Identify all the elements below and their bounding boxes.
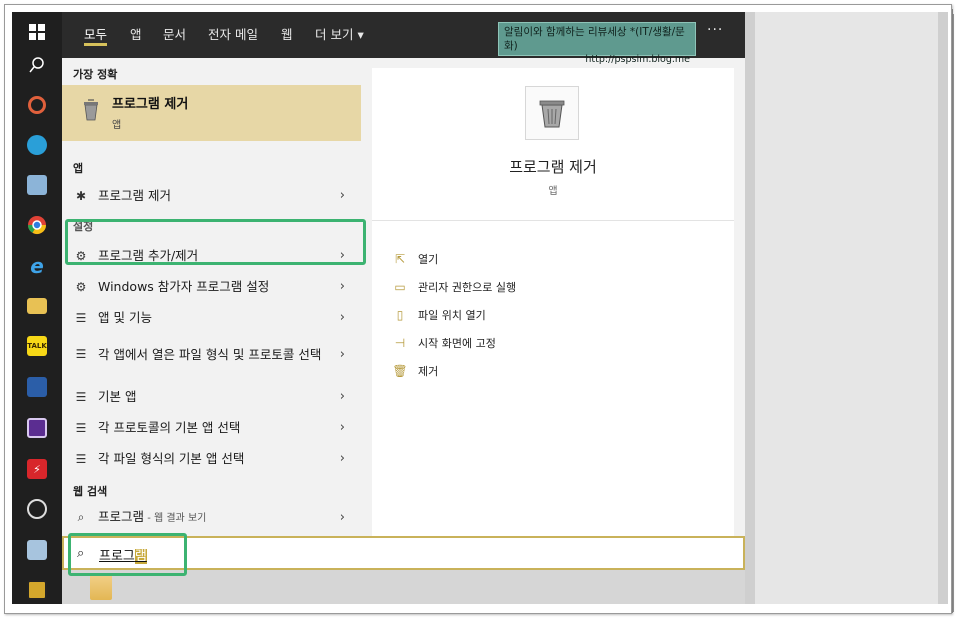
- tab-email[interactable]: 전자 메일: [208, 24, 258, 46]
- desktop-background: [745, 12, 948, 604]
- preview-subtitle: 앱: [548, 186, 558, 197]
- setting-label: 각 프로토콜의 기본 앱 선택: [98, 420, 241, 435]
- highlight-add-remove: [65, 219, 366, 265]
- setting-label: 기본 앱: [98, 389, 137, 404]
- list-icon: ☰: [75, 420, 87, 435]
- action-pin-to-start[interactable]: ⊣ 시작 화면에 고정: [392, 335, 496, 351]
- list-icon: ☰: [75, 451, 87, 466]
- trash-icon: 🗑: [392, 364, 408, 378]
- action-uninstall[interactable]: 🗑 제거: [392, 363, 438, 379]
- best-match-title: 프로그램 제거: [112, 97, 189, 112]
- chevron-right-icon[interactable]: ›: [340, 188, 345, 203]
- list-icon: ☰: [75, 347, 87, 361]
- highlight-search: [68, 533, 187, 576]
- chrome-icon[interactable]: [12, 205, 62, 245]
- chevron-right-icon[interactable]: ›: [340, 279, 345, 294]
- folder-location-icon: ▯: [396, 308, 404, 322]
- uninstall-small-icon: ✱: [75, 188, 87, 203]
- list-icon: ☰: [75, 389, 87, 404]
- setting-apps-features[interactable]: ☰ 앱 및 기능 ›: [62, 302, 361, 333]
- folder-icon: [90, 574, 112, 600]
- chevron-right-icon[interactable]: ›: [340, 347, 345, 362]
- chip-app-icon[interactable]: [12, 408, 62, 448]
- setting-file-type-default[interactable]: ☰ 각 파일 형식의 기본 앱 선택 ›: [62, 443, 361, 474]
- app-ring-icon[interactable]: [12, 85, 62, 125]
- chevron-right-icon[interactable]: ›: [340, 389, 345, 404]
- chevron-right-icon[interactable]: ›: [340, 420, 345, 435]
- results-list: 가장 정확 프로그램 제거 앱 앱 ✱ 프로그램 제거 › 설정 ⚙ 프로그램 …: [62, 58, 361, 538]
- internet-explorer-icon[interactable]: e: [12, 246, 62, 286]
- setting-protocol-default[interactable]: ☰ 각 프로토콜의 기본 앱 선택 ›: [62, 412, 361, 443]
- best-match-header: 가장 정확: [73, 68, 118, 81]
- equalizer-app-icon[interactable]: [12, 367, 62, 407]
- gear-icon: ⚙: [75, 279, 87, 294]
- action-open[interactable]: ⇱ 열기: [392, 251, 438, 267]
- action-label: 열기: [418, 253, 439, 266]
- best-match-item[interactable]: 프로그램 제거 앱: [62, 85, 361, 141]
- watermark-line2: http://pspsim.blog.me: [585, 54, 690, 65]
- bird-app-icon[interactable]: [12, 125, 62, 165]
- tab-web[interactable]: 웹: [281, 24, 293, 46]
- app-result-label: 프로그램 제거: [98, 188, 171, 203]
- web-search-result[interactable]: ⌕ 프로그램 - 웹 결과 보기 ›: [62, 502, 361, 533]
- filter-bar: 모두 앱 문서 전자 메일 웹 더 보기 ▾ 알림이와 함께하는 리뷰세상 *(…: [62, 12, 745, 65]
- taskbar: e TALK ⚡: [12, 12, 62, 604]
- web-query: 프로그램: [98, 509, 145, 524]
- photo-app-icon[interactable]: [12, 530, 62, 570]
- tab-more[interactable]: 더 보기 ▾: [315, 24, 364, 46]
- apps-header: 앱: [73, 162, 84, 175]
- setting-default-apps[interactable]: ☰ 기본 앱 ›: [62, 381, 361, 412]
- blog-watermark: 알림이와 함께하는 리뷰세상 *(IT/생활/문화) http://pspsim…: [498, 22, 696, 65]
- action-label: 관리자 권한으로 실행: [418, 281, 517, 294]
- action-label: 시작 화면에 고정: [418, 337, 496, 350]
- action-label: 제거: [418, 365, 439, 378]
- flash-app-icon[interactable]: ⚡: [12, 449, 62, 489]
- web-result-suffix: - 웹 결과 보기: [144, 513, 207, 524]
- setting-file-type-protocol[interactable]: ☰ 각 앱에서 열은 파일 형식 및 프로토콜 선택 ›: [62, 333, 361, 375]
- watermark-line1: 알림이와 함께하는 리뷰세상 *(IT/생활/문화): [504, 26, 685, 52]
- chart-app-icon[interactable]: [12, 165, 62, 205]
- uninstall-icon: [82, 99, 100, 121]
- app-result-uninstall[interactable]: ✱ 프로그램 제거 ›: [62, 180, 361, 211]
- setting-label: Windows 참가자 프로그램 설정: [98, 279, 270, 294]
- admin-run-icon: ▭: [394, 280, 406, 294]
- action-run-as-admin[interactable]: ▭ 관리자 권한으로 실행: [392, 279, 516, 295]
- preview-pane: 프로그램 제거 앱 ⇱ 열기 ▭ 관리자 권한으로 실행 ▯ 파일 위치 열기 ⊣ 시작…: [372, 68, 734, 538]
- web-search-header: 웹 검색: [73, 485, 108, 498]
- open-icon: ⇱: [394, 252, 406, 266]
- chevron-right-icon[interactable]: ›: [340, 451, 345, 466]
- obs-icon[interactable]: [12, 489, 62, 529]
- kakaotalk-icon[interactable]: TALK: [12, 326, 62, 366]
- search-icon: ⌕: [77, 510, 85, 524]
- action-label: 파일 위치 열기: [418, 309, 486, 322]
- divider: [372, 220, 734, 221]
- list-icon: ☰: [75, 310, 87, 325]
- screenshot-frame: e TALK ⚡ 모두 앱 문서 전자 메일 웹 더 보기 ▾ 알림이와 함께하…: [12, 12, 948, 604]
- tab-apps[interactable]: 앱: [130, 24, 142, 46]
- media-app-icon[interactable]: [12, 570, 62, 604]
- tab-documents[interactable]: 문서: [163, 24, 186, 46]
- action-open-file-location[interactable]: ▯ 파일 위치 열기: [392, 307, 486, 323]
- setting-label: 각 파일 형식의 기본 앱 선택: [98, 451, 245, 466]
- start-search-panel: 모두 앱 문서 전자 메일 웹 더 보기 ▾ 알림이와 함께하는 리뷰세상 *(…: [62, 12, 745, 570]
- tab-all[interactable]: 모두: [84, 24, 108, 46]
- pin-icon: ⊣: [394, 336, 406, 350]
- setting-insider-program[interactable]: ⚙ Windows 참가자 프로그램 설정 ›: [62, 271, 361, 302]
- best-match-subtitle: 앱: [112, 120, 122, 131]
- search-icon[interactable]: [12, 45, 62, 85]
- chevron-right-icon[interactable]: ›: [340, 310, 345, 325]
- chevron-right-icon[interactable]: ›: [340, 510, 345, 525]
- recycle-bin-icon: [525, 86, 579, 140]
- more-options-button[interactable]: ···: [707, 22, 723, 38]
- setting-label: 각 앱에서 열은 파일 형식 및 프로토콜 선택: [98, 346, 322, 362]
- preview-title: 프로그램 제거: [509, 158, 597, 176]
- file-explorer-icon[interactable]: [12, 286, 62, 326]
- setting-label: 앱 및 기능: [98, 310, 152, 325]
